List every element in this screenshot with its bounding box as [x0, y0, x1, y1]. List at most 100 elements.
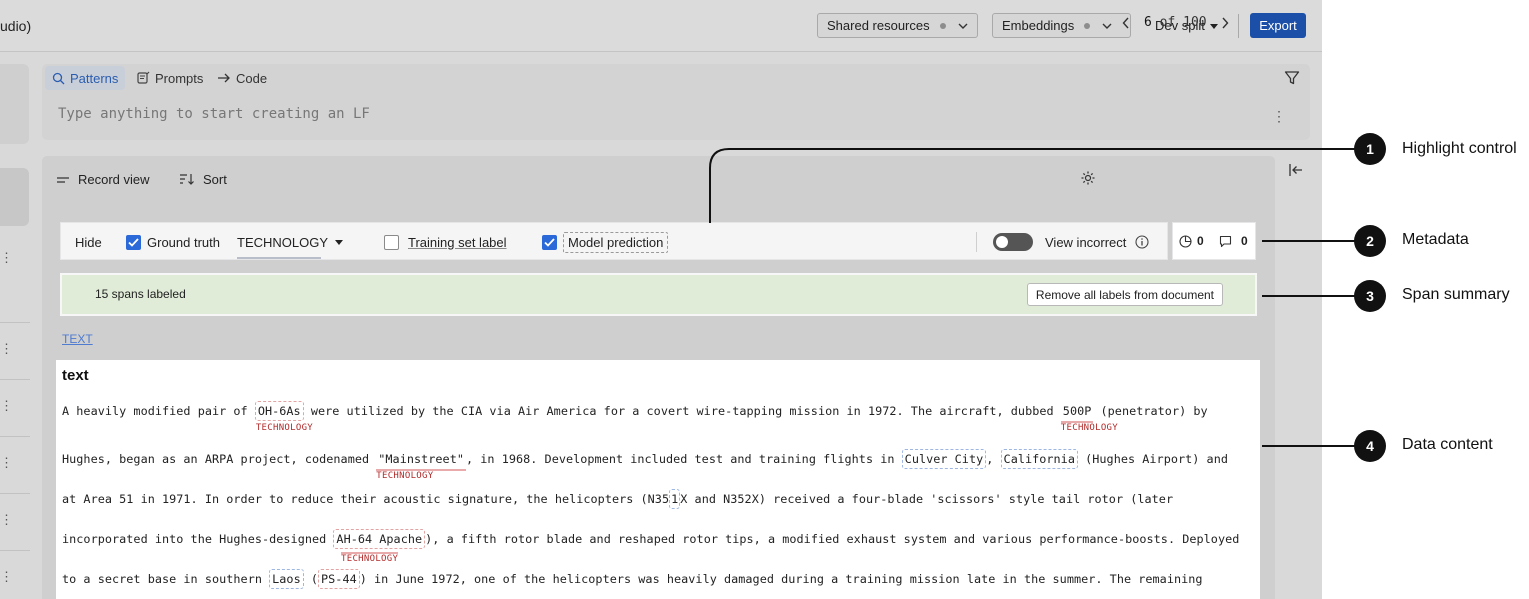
model-prediction-checkbox[interactable]: Model prediction [542, 223, 669, 261]
span-summary: 15 spans labeled Remove all labels from … [60, 273, 1257, 316]
export-button[interactable]: Export [1250, 13, 1306, 38]
doc-line: incorporated into the Hughes-designed AH… [62, 529, 1239, 549]
divider [0, 493, 30, 494]
doc-line: Hughes, began as an ARPA project, codena… [62, 449, 1228, 481]
kebab-menu-icon[interactable]: ⋮ [0, 456, 13, 470]
doc-line: A heavily modified pair of OH-6As TECHNOL… [62, 401, 1208, 433]
labeled-span[interactable]: PS-44 TECHNOLOGY [318, 552, 399, 589]
history-count: 0 [1197, 234, 1204, 248]
remove-all-labels-button[interactable]: Remove all labels from document [1026, 283, 1223, 306]
labeled-span[interactable]: OH-6As TECHNOLOGY [254, 401, 313, 433]
sort-icon [180, 174, 194, 185]
arrow-right-icon [218, 73, 230, 83]
tab-code[interactable]: Code [210, 66, 274, 90]
divider [0, 436, 30, 437]
callout-connector [1262, 445, 1356, 447]
data-content: text A heavily modified pair of OH-6As TE… [56, 360, 1260, 599]
chevron-right-icon[interactable] [1221, 17, 1229, 29]
kebab-menu-icon[interactable]: ⋮ [0, 251, 13, 265]
callout-connector [1262, 295, 1356, 297]
left-sidebar: ⋮ ⋮ ⋮ ⋮ ⋮ ⋮ [0, 52, 30, 599]
checkbox-unchecked-icon [384, 234, 399, 250]
span-count: 15 spans labeled [95, 287, 186, 301]
training-set-label: Training set label [408, 234, 507, 250]
span-tag: TECHNOLOGY [255, 423, 314, 433]
span-tag: TECHNOLOGY [376, 471, 434, 481]
view-incorrect-label: View incorrect [1045, 234, 1127, 250]
shared-resources-dropdown[interactable]: Shared resources [817, 13, 978, 38]
view-incorrect-label-group: View incorrect [1045, 223, 1149, 261]
kebab-menu-icon[interactable]: ⋮ [0, 342, 13, 356]
filter-icon[interactable] [1284, 70, 1300, 86]
comment-count: 0 [1241, 234, 1248, 248]
view-incorrect-toggle[interactable] [993, 233, 1033, 251]
model-prediction-label: Model prediction [563, 231, 669, 253]
callout-label: Span summary [1402, 286, 1510, 303]
history-metadata[interactable]: 0 [1179, 234, 1204, 248]
kebab-menu-icon[interactable]: ⋮ [0, 570, 13, 584]
embeddings-dropdown[interactable]: Embeddings [992, 13, 1131, 38]
sort-label: Sort [203, 172, 227, 187]
divider [0, 550, 30, 551]
chevron-down-icon [1102, 23, 1112, 29]
labeled-span[interactable]: "Mainstreet" TECHNOLOGY [376, 450, 466, 481]
sort-button[interactable]: Sort [179, 172, 227, 187]
caret-down-icon[interactable] [334, 237, 344, 247]
ground-truth-label: Ground truth [147, 234, 220, 250]
span-tag: TECHNOLOGY [1060, 423, 1118, 433]
lf-input[interactable]: Type anything to start creating an LF [42, 92, 1310, 140]
embeddings-label: Embeddings [1002, 18, 1075, 33]
pager-total: of 100 [1159, 15, 1207, 30]
kebab-menu-icon[interactable]: ⋮ [0, 399, 13, 413]
ground-truth-checkbox[interactable]: Ground truth [126, 223, 220, 261]
tab-prompts-label: Prompts [155, 70, 204, 86]
select-underline [237, 257, 321, 259]
app-window: udio) Shared resources Embeddings Dev sp… [0, 0, 1322, 599]
prompt-icon [137, 71, 150, 84]
pager: 6 of 100 [1122, 15, 1229, 30]
comment-icon [1219, 235, 1232, 247]
highlight-controls: Hide Ground truth TECHNOLOGY Training se… [60, 222, 1168, 260]
lf-creation-panel: Patterns Prompts Code Type anything to s… [42, 64, 1310, 140]
divider [0, 322, 30, 323]
predicted-span[interactable]: California [1000, 449, 1078, 469]
list-icon [57, 176, 69, 183]
status-dot-icon [1084, 22, 1091, 29]
tab-prompts[interactable]: Prompts [129, 66, 210, 90]
pager-current[interactable]: 6 [1144, 15, 1152, 30]
shared-resources-label: Shared resources [827, 18, 930, 33]
class-select[interactable]: TECHNOLOGY [237, 223, 328, 261]
record-view-button[interactable]: Record view [56, 172, 150, 187]
tab-patterns-label: Patterns [70, 70, 119, 86]
callout-label: Highlight control [1402, 140, 1517, 157]
field-link[interactable]: TEXT [62, 332, 93, 346]
predicted-span[interactable]: Culver City [901, 449, 987, 469]
info-icon[interactable] [1135, 235, 1149, 249]
callout-connector [1262, 240, 1356, 242]
callout-connector [709, 148, 1355, 223]
labeled-span[interactable]: AH-64 Apache [333, 529, 426, 549]
chevron-down-icon [958, 23, 968, 29]
sidebar-card [0, 64, 29, 144]
field-title: text [62, 367, 89, 384]
checkbox-checked-icon [126, 234, 141, 250]
comment-metadata[interactable]: 0 [1219, 234, 1248, 248]
sidebar-card-selected[interactable] [0, 168, 29, 226]
kebab-menu-icon[interactable]: ⋮ [0, 513, 13, 527]
labeled-span[interactable]: 500P TECHNOLOGY [1061, 402, 1118, 433]
predicted-span[interactable]: 1 [669, 489, 681, 509]
hide-label: Hide [75, 234, 102, 250]
chevron-left-icon[interactable] [1122, 17, 1130, 29]
checkbox-checked-icon [542, 234, 557, 250]
training-set-checkbox[interactable]: Training set label [384, 223, 507, 261]
predicted-span[interactable]: Laos [269, 569, 304, 589]
callout-badge: 2 [1354, 225, 1386, 257]
hide-button[interactable]: Hide [75, 223, 102, 261]
app-title: udio) [0, 18, 32, 34]
callout-badge: 3 [1354, 280, 1386, 312]
kebab-menu-icon[interactable]: ⋮ [1272, 108, 1286, 125]
status-dot-icon [939, 22, 946, 29]
callout-label: Metadata [1402, 231, 1469, 248]
tab-patterns[interactable]: Patterns [45, 66, 126, 90]
callout-badge: 1 [1354, 133, 1386, 165]
